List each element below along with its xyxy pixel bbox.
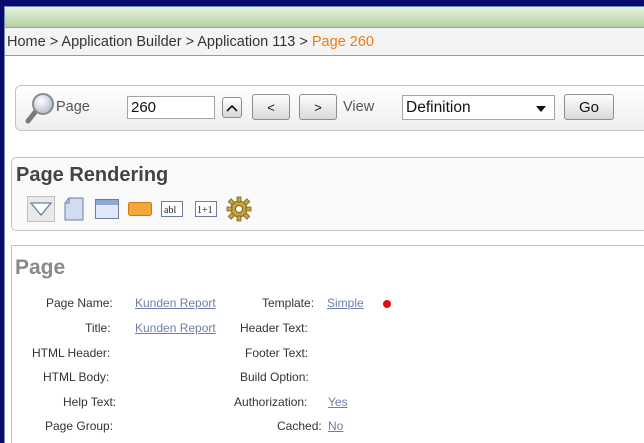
breadcrumb-separator: > [299,34,308,50]
go-button[interactable]: Go [564,94,614,120]
html-header-label: HTML Header: [32,346,111,360]
page-label: Page [56,99,90,115]
region-icon[interactable] [95,199,119,224]
page-navigation-toolbar: Page < > View Definition Go [15,85,644,131]
title-label: Title: [85,321,111,335]
page-attributes-panel: Page Page Name: Kunden Report Template: … [11,245,644,443]
authorization-link[interactable]: Yes [328,395,348,409]
title-link[interactable]: Kunden Report [135,321,216,335]
footer-text-label: Footer Text: [245,346,309,360]
breadcrumb-separator: > [49,34,59,50]
authorization-label: Authorization: [234,395,308,409]
page-rendering-panel: Page Rendering abl 1+1 [11,157,644,231]
next-page-button[interactable]: > [299,94,337,120]
template-link[interactable]: Simple [327,296,364,310]
template-label: Template: [262,296,315,310]
page-number-input[interactable] [127,96,215,119]
previous-page-button[interactable]: < [252,94,290,120]
page-icon[interactable] [64,197,84,226]
computation-icon[interactable]: 1+1 [195,201,217,222]
item-icon[interactable]: abl [161,201,183,222]
view-label: View [343,99,375,115]
page-finder-button[interactable] [222,97,242,118]
breadcrumb-application[interactable]: Application 113 [197,34,295,50]
page-section-title: Page [15,256,66,279]
svg-text:1+1: 1+1 [197,205,213,216]
cached-label: Cached: [277,419,322,433]
breadcrumb-separator: > [185,34,195,50]
page-group-label: Page Group: [45,419,114,433]
breadcrumb: Home > Application Builder > Application… [5,28,644,56]
app-frame: Home > Application Builder > Application… [4,6,644,443]
page-name-label: Page Name: [46,296,113,310]
page-rendering-title: Page Rendering [16,164,169,186]
caret-up-icon [226,104,238,112]
breadcrumb-application-builder[interactable]: Application Builder [61,34,181,50]
top-banner [5,7,644,28]
page-name-link[interactable]: Kunden Report [135,296,216,310]
html-body-label: HTML Body: [43,370,110,384]
view-select[interactable]: Definition [402,95,555,120]
process-gear-icon[interactable] [226,196,252,227]
collapse-triangle-icon[interactable] [27,196,55,227]
chevron-down-icon [536,106,546,112]
cached-link[interactable]: No [328,419,343,433]
search-icon [22,90,56,126]
breadcrumb-home[interactable]: Home [7,34,46,50]
button-icon[interactable] [128,202,152,221]
breadcrumb-current-page: Page 260 [311,34,374,50]
view-select-value: Definition [406,99,471,116]
build-option-label: Build Option: [240,370,309,384]
help-text-label: Help Text: [63,395,117,409]
header-text-label: Header Text: [240,321,308,335]
status-dot-icon [383,300,391,308]
svg-text:abl: abl [164,205,176,216]
